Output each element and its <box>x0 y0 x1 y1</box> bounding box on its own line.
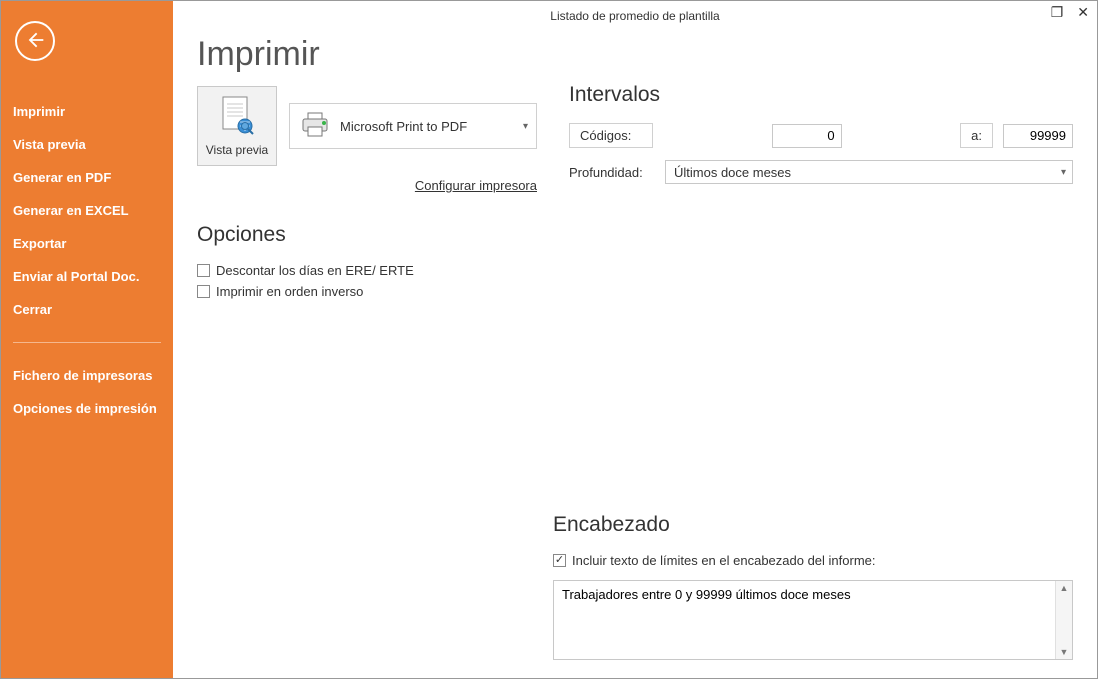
option-descontar-label: Descontar los días en ERE/ ERTE <box>216 263 414 278</box>
encabezado-section: Encabezado Incluir texto de límites en e… <box>553 513 1073 660</box>
sidebar: Imprimir Vista previa Generar en PDF Gen… <box>1 1 173 678</box>
app-window: Imprimir Vista previa Generar en PDF Gen… <box>0 0 1098 679</box>
encabezado-textarea[interactable] <box>554 581 1054 659</box>
configure-printer-link[interactable]: Configurar impresora <box>197 178 537 193</box>
sidebar-item-imprimir[interactable]: Imprimir <box>1 95 173 128</box>
vista-previa-button[interactable]: Vista previa <box>197 86 277 166</box>
left-column: Imprimir <box>197 35 537 305</box>
vista-previa-label: Vista previa <box>206 143 268 157</box>
codigos-label: Códigos: <box>569 123 653 148</box>
opciones-title: Opciones <box>197 223 537 247</box>
sidebar-item-cerrar[interactable]: Cerrar <box>1 293 173 326</box>
scrollbar[interactable]: ▲ ▼ <box>1055 581 1072 659</box>
sidebar-item-excel[interactable]: Generar en EXCEL <box>1 194 173 227</box>
profundidad-select[interactable]: Últimos doce meses ▾ <box>665 160 1073 184</box>
codigos-row: Códigos: a: <box>569 123 1073 148</box>
right-column: Intervalos Códigos: a: Profundidad: Últi… <box>569 35 1073 305</box>
sidebar-item-exportar[interactable]: Exportar <box>1 227 173 260</box>
codigo-from-input[interactable] <box>772 124 842 148</box>
profundidad-label: Profundidad: <box>569 165 655 180</box>
printer-name: Microsoft Print to PDF <box>340 119 467 134</box>
scroll-down-icon: ▼ <box>1060 645 1069 659</box>
chevron-down-icon: ▾ <box>523 121 528 132</box>
checkbox-incluir[interactable] <box>553 554 566 567</box>
chevron-down-icon: ▾ <box>1061 167 1066 178</box>
encabezado-textarea-wrap: ▲ ▼ <box>553 580 1073 660</box>
scroll-up-icon: ▲ <box>1060 581 1069 595</box>
back-button[interactable] <box>15 21 55 61</box>
sidebar-item-vista-previa[interactable]: Vista previa <box>1 128 173 161</box>
option-inverso-row: Imprimir en orden inverso <box>197 284 537 299</box>
sidebar-item-opciones-impresion[interactable]: Opciones de impresión <box>1 392 173 425</box>
profundidad-row: Profundidad: Últimos doce meses ▾ <box>569 160 1073 184</box>
page-preview-icon <box>220 96 254 139</box>
option-descontar-row: Descontar los días en ERE/ ERTE <box>197 263 537 278</box>
codigo-a-label: a: <box>960 123 993 148</box>
arrow-left-icon <box>25 30 45 53</box>
incluir-row: Incluir texto de límites en el encabezad… <box>553 553 1073 568</box>
checkbox-descontar[interactable] <box>197 264 210 277</box>
sidebar-item-portal-doc[interactable]: Enviar al Portal Doc. <box>1 260 173 293</box>
codigo-to-input[interactable] <box>1003 124 1073 148</box>
sidebar-separator <box>13 342 161 343</box>
option-inverso-label: Imprimir en orden inverso <box>216 284 363 299</box>
encabezado-title: Encabezado <box>553 513 1073 537</box>
printer-icon <box>300 112 330 141</box>
printer-dropdown[interactable]: Microsoft Print to PDF ▾ <box>289 103 537 149</box>
sidebar-item-fichero-impresoras[interactable]: Fichero de impresoras <box>1 359 173 392</box>
content-area: Imprimir <box>173 1 1097 678</box>
sidebar-item-pdf[interactable]: Generar en PDF <box>1 161 173 194</box>
checkbox-inverso[interactable] <box>197 285 210 298</box>
profundidad-value: Últimos doce meses <box>674 165 791 180</box>
incluir-label: Incluir texto de límites en el encabezad… <box>572 553 876 568</box>
intervalos-title: Intervalos <box>569 83 1073 107</box>
page-title: Imprimir <box>197 35 537 74</box>
